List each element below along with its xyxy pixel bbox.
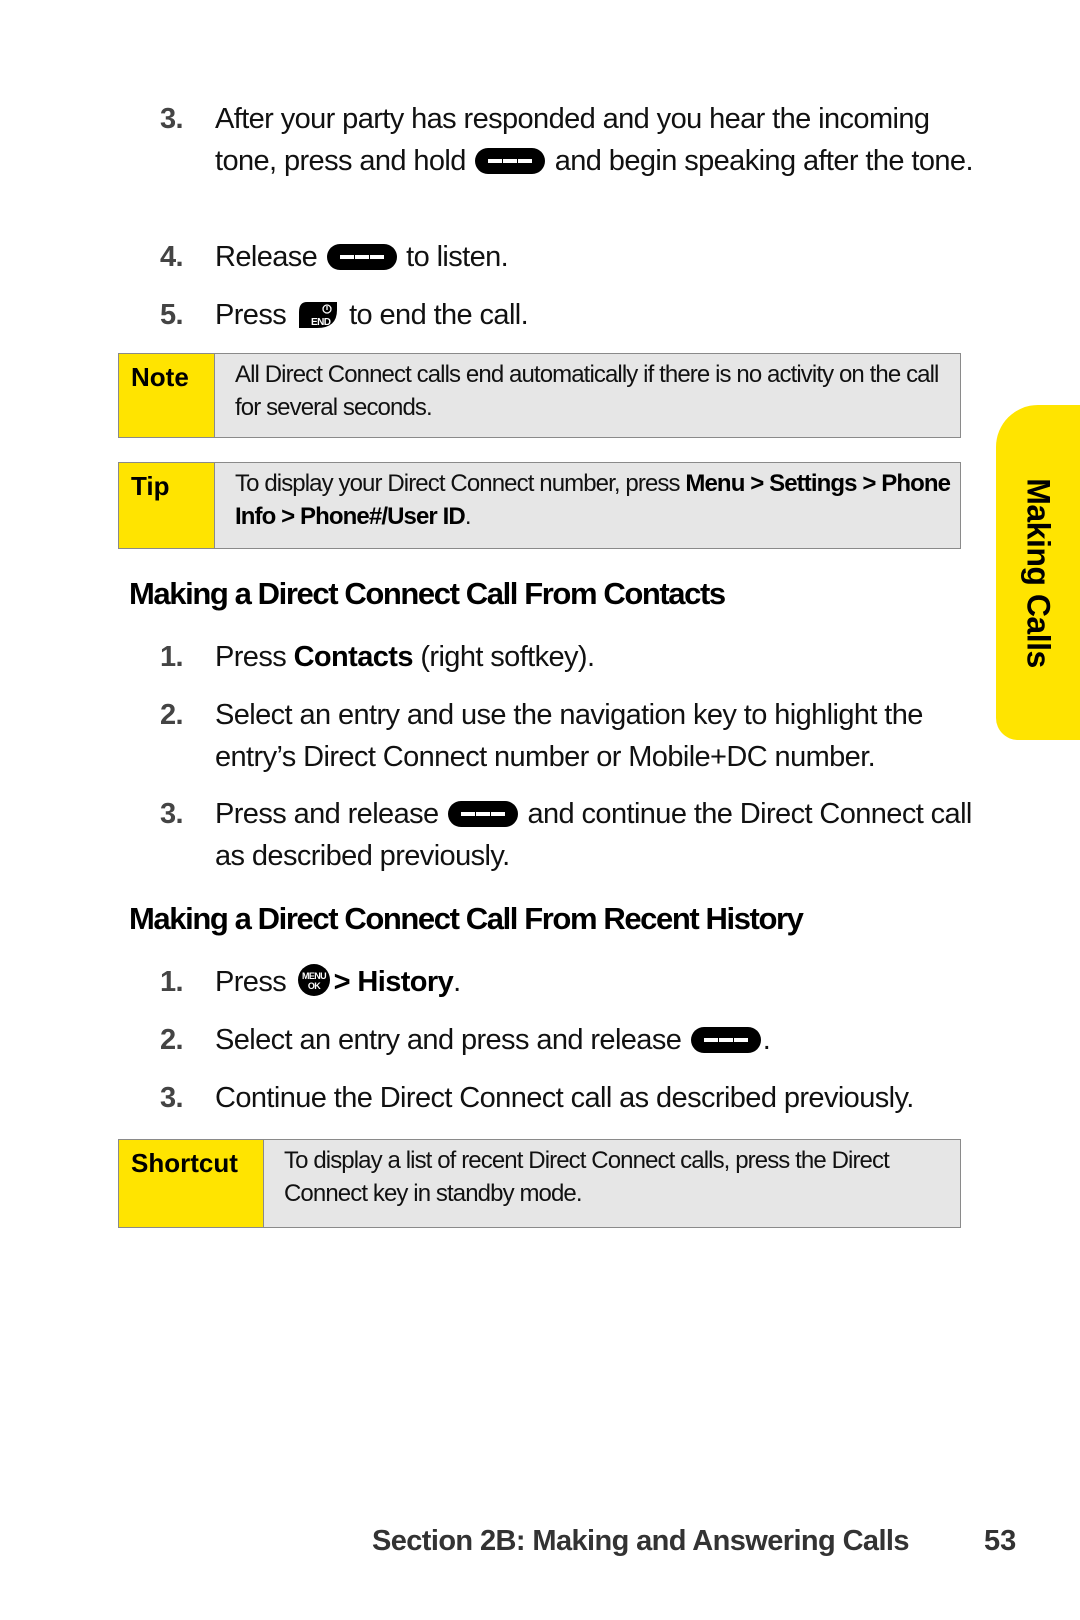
svg-text:MENU: MENU xyxy=(302,971,326,981)
direct-connect-key-icon xyxy=(475,148,546,174)
tip-text: To display your Direct Connect number, p… xyxy=(215,463,960,548)
shortcut-label: Shortcut xyxy=(119,1140,264,1227)
contacts-step-1: 1. Press Contacts (right softkey). xyxy=(160,636,980,678)
step-text-before: Press and release xyxy=(215,798,439,830)
step-number: 1. xyxy=(160,641,184,673)
step-number: 3. xyxy=(160,798,184,830)
side-tab-label: Making Calls xyxy=(1020,477,1057,668)
tip-menu-path: Menu > Settings > xyxy=(685,470,876,497)
section-side-tab: Making Calls xyxy=(996,405,1080,740)
step-text-after: . xyxy=(762,1024,771,1056)
step-text-before: Release xyxy=(215,241,318,273)
step-text: After your party has responded and you h… xyxy=(215,98,980,182)
step-number: 4. xyxy=(160,241,184,273)
tip-text-before: To display your Direct Connect number, p… xyxy=(235,470,686,497)
svg-text:END: END xyxy=(311,317,331,328)
history-menu-path: > History xyxy=(333,966,454,998)
history-step-2: 2. Select an entry and press and release… xyxy=(160,1019,980,1061)
step-text: Press and release and continue the Direc… xyxy=(215,793,980,877)
svg-text:OK: OK xyxy=(307,981,320,991)
page-number: 53 xyxy=(984,1525,1017,1557)
step-text: Continue the Direct Connect call as desc… xyxy=(215,1082,914,1114)
step-5-end-call: 5. Press END to end the call. xyxy=(160,294,980,336)
contacts-step-3: 3. Press and release and continue the Di… xyxy=(160,793,980,877)
step-text: Press END to end the call. xyxy=(215,294,980,336)
step-number: 1. xyxy=(160,966,184,998)
section-heading-contacts: Making a Direct Connect Call From Contac… xyxy=(129,576,726,611)
note-text: All Direct Connect calls end automatical… xyxy=(235,361,939,421)
shortcut-text: To display a list of recent Direct Conne… xyxy=(284,1147,890,1207)
step-text: Release to listen. xyxy=(215,236,980,278)
note-box: Note All Direct Connect calls end automa… xyxy=(118,353,961,438)
step-text-after: and begin speaking after the tone. xyxy=(554,145,974,177)
step-number: 2. xyxy=(160,1024,184,1056)
contacts-softkey-label: Contacts xyxy=(293,641,414,673)
step-number: 3. xyxy=(160,1082,184,1114)
history-step-3: 3. Continue the Direct Connect call as d… xyxy=(160,1077,980,1119)
direct-connect-key-icon xyxy=(448,801,519,827)
direct-connect-key-icon xyxy=(690,1027,761,1053)
tip-box: Tip To display your Direct Connect numbe… xyxy=(118,462,961,549)
step-text-before: Press xyxy=(215,641,294,673)
step-text-after: to end the call. xyxy=(349,299,529,331)
contacts-step-2: 2. Select an entry and use the navigatio… xyxy=(160,694,980,778)
step-number: 5. xyxy=(160,299,184,331)
menu-ok-key-icon: MENU OK xyxy=(297,964,330,996)
shortcut-box: Shortcut To display a list of recent Dir… xyxy=(118,1139,961,1228)
end-key-icon: END xyxy=(298,302,337,328)
step-text-after: (right softkey). xyxy=(412,641,595,673)
step-text-after: . xyxy=(453,966,461,998)
tip-label: Tip xyxy=(119,463,215,548)
step-text: Press Contacts (right softkey). xyxy=(215,636,980,678)
step-text-before: Press xyxy=(215,966,287,998)
step-text: Select an entry and use the navigation k… xyxy=(215,699,923,773)
step-text: Select an entry and press and release . xyxy=(215,1019,980,1061)
footer-section-title: Section 2B: Making and Answering Calls xyxy=(372,1525,910,1557)
tip-text-after: . xyxy=(464,503,472,530)
step-number: 2. xyxy=(160,699,184,731)
direct-connect-key-icon xyxy=(326,244,397,270)
step-3-hold-key: 3. After your party has responded and yo… xyxy=(160,98,980,182)
step-text-before: Select an entry and press and release xyxy=(215,1024,682,1056)
section-heading-history: Making a Direct Connect Call From Recent… xyxy=(129,901,804,936)
step-number: 3. xyxy=(160,103,184,135)
history-step-1: 1. Press MENU OK > History. xyxy=(160,961,980,1003)
step-text: Press MENU OK > History. xyxy=(215,961,980,1003)
step-text-after: to listen. xyxy=(406,241,509,273)
note-label: Note xyxy=(119,354,215,437)
step-4-release-key: 4. Release to listen. xyxy=(160,236,980,278)
step-text-before: Press xyxy=(215,299,287,331)
